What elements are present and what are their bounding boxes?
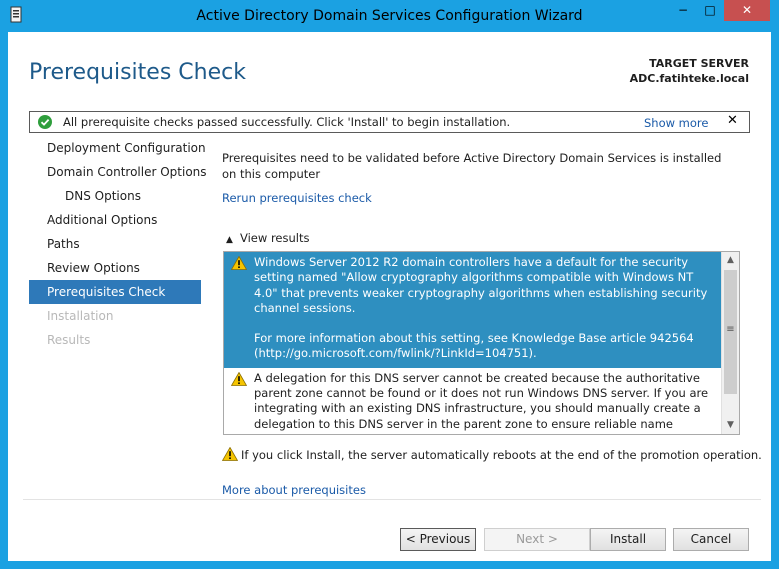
- notification-bar: All prerequisite checks passed successfu…: [29, 111, 750, 133]
- wizard-content: Prerequisites Check TARGET SERVER ADC.fa…: [8, 32, 771, 561]
- intro-text: Prerequisites need to be validated befor…: [222, 151, 722, 181]
- nav-item-results: Results: [47, 333, 91, 347]
- nav-item-dns-options[interactable]: DNS Options: [29, 184, 201, 208]
- more-about-prerequisites-link[interactable]: More about prerequisites: [222, 483, 366, 497]
- nav-item-review-options[interactable]: Review Options: [29, 256, 201, 280]
- scrollbar-thumb[interactable]: ≡: [724, 270, 737, 394]
- wizard-steps-nav: Deployment Configuration Domain Controll…: [29, 136, 207, 352]
- nav-item-paths[interactable]: Paths: [29, 232, 201, 256]
- minimize-button[interactable]: −: [670, 0, 696, 21]
- nav-item-additional-options[interactable]: Additional Options: [29, 208, 201, 232]
- nav-item-domain-controller-options[interactable]: Domain Controller Options: [29, 160, 207, 184]
- result-item[interactable]: Windows Server 2012 R2 domain controller…: [224, 252, 739, 368]
- nav-item-prerequisites-check[interactable]: Prerequisites Check: [29, 280, 201, 304]
- grip-icon: ≡: [726, 324, 735, 335]
- wizard-window: Active Directory Domain Services Configu…: [0, 0, 779, 569]
- previous-button[interactable]: < Previous: [400, 528, 476, 551]
- reboot-warning: If you click Install, the server automat…: [222, 447, 762, 462]
- target-server-name: ADC.fatihteke.local: [629, 72, 749, 85]
- chevron-up-icon: ▲: [226, 235, 233, 245]
- cancel-button[interactable]: Cancel: [673, 528, 749, 551]
- warning-icon: [231, 256, 247, 270]
- nav-item-deployment-configuration[interactable]: Deployment Configuration: [29, 136, 206, 160]
- title-bar[interactable]: Active Directory Domain Services Configu…: [0, 0, 779, 32]
- view-results-label: View results: [240, 231, 310, 245]
- nav-item-installation: Installation: [47, 309, 114, 323]
- target-server-label: TARGET SERVER: [649, 57, 749, 70]
- scroll-up-icon[interactable]: ▲: [722, 252, 739, 269]
- close-window-button[interactable]: ✕: [724, 0, 770, 21]
- result-text: Windows Server 2012 R2 domain controller…: [254, 255, 708, 315]
- warning-icon: [222, 447, 238, 461]
- window-title: Active Directory Domain Services Configu…: [196, 8, 583, 24]
- install-button[interactable]: Install: [590, 528, 666, 551]
- scroll-down-icon[interactable]: ▼: [722, 417, 739, 434]
- results-list[interactable]: Windows Server 2012 R2 domain controller…: [223, 251, 740, 435]
- results-scrollbar[interactable]: ▲ ≡ ▼: [721, 252, 739, 434]
- next-button: Next >: [484, 528, 590, 551]
- view-results-toggle[interactable]: ▲ View results: [226, 231, 309, 245]
- footer-divider: [23, 499, 761, 500]
- show-more-link[interactable]: Show more: [644, 116, 708, 130]
- page-title: Prerequisites Check: [29, 60, 246, 85]
- check-success-icon: [38, 115, 52, 129]
- dismiss-notification-button[interactable]: ✕: [727, 113, 738, 128]
- target-server: TARGET SERVER ADC.fatihteke.local: [630, 56, 749, 86]
- result-more-info: For more information about this setting,…: [254, 331, 694, 361]
- notification-message: All prerequisite checks passed successfu…: [63, 115, 511, 129]
- result-item[interactable]: A delegation for this DNS server cannot …: [224, 368, 739, 434]
- reboot-warning-text: If you click Install, the server automat…: [241, 448, 762, 462]
- rerun-prerequisites-link[interactable]: Rerun prerequisites check: [222, 191, 372, 205]
- result-text: A delegation for this DNS server cannot …: [254, 370, 709, 434]
- maximize-button[interactable]: □: [697, 0, 723, 21]
- warning-icon: [231, 371, 247, 386]
